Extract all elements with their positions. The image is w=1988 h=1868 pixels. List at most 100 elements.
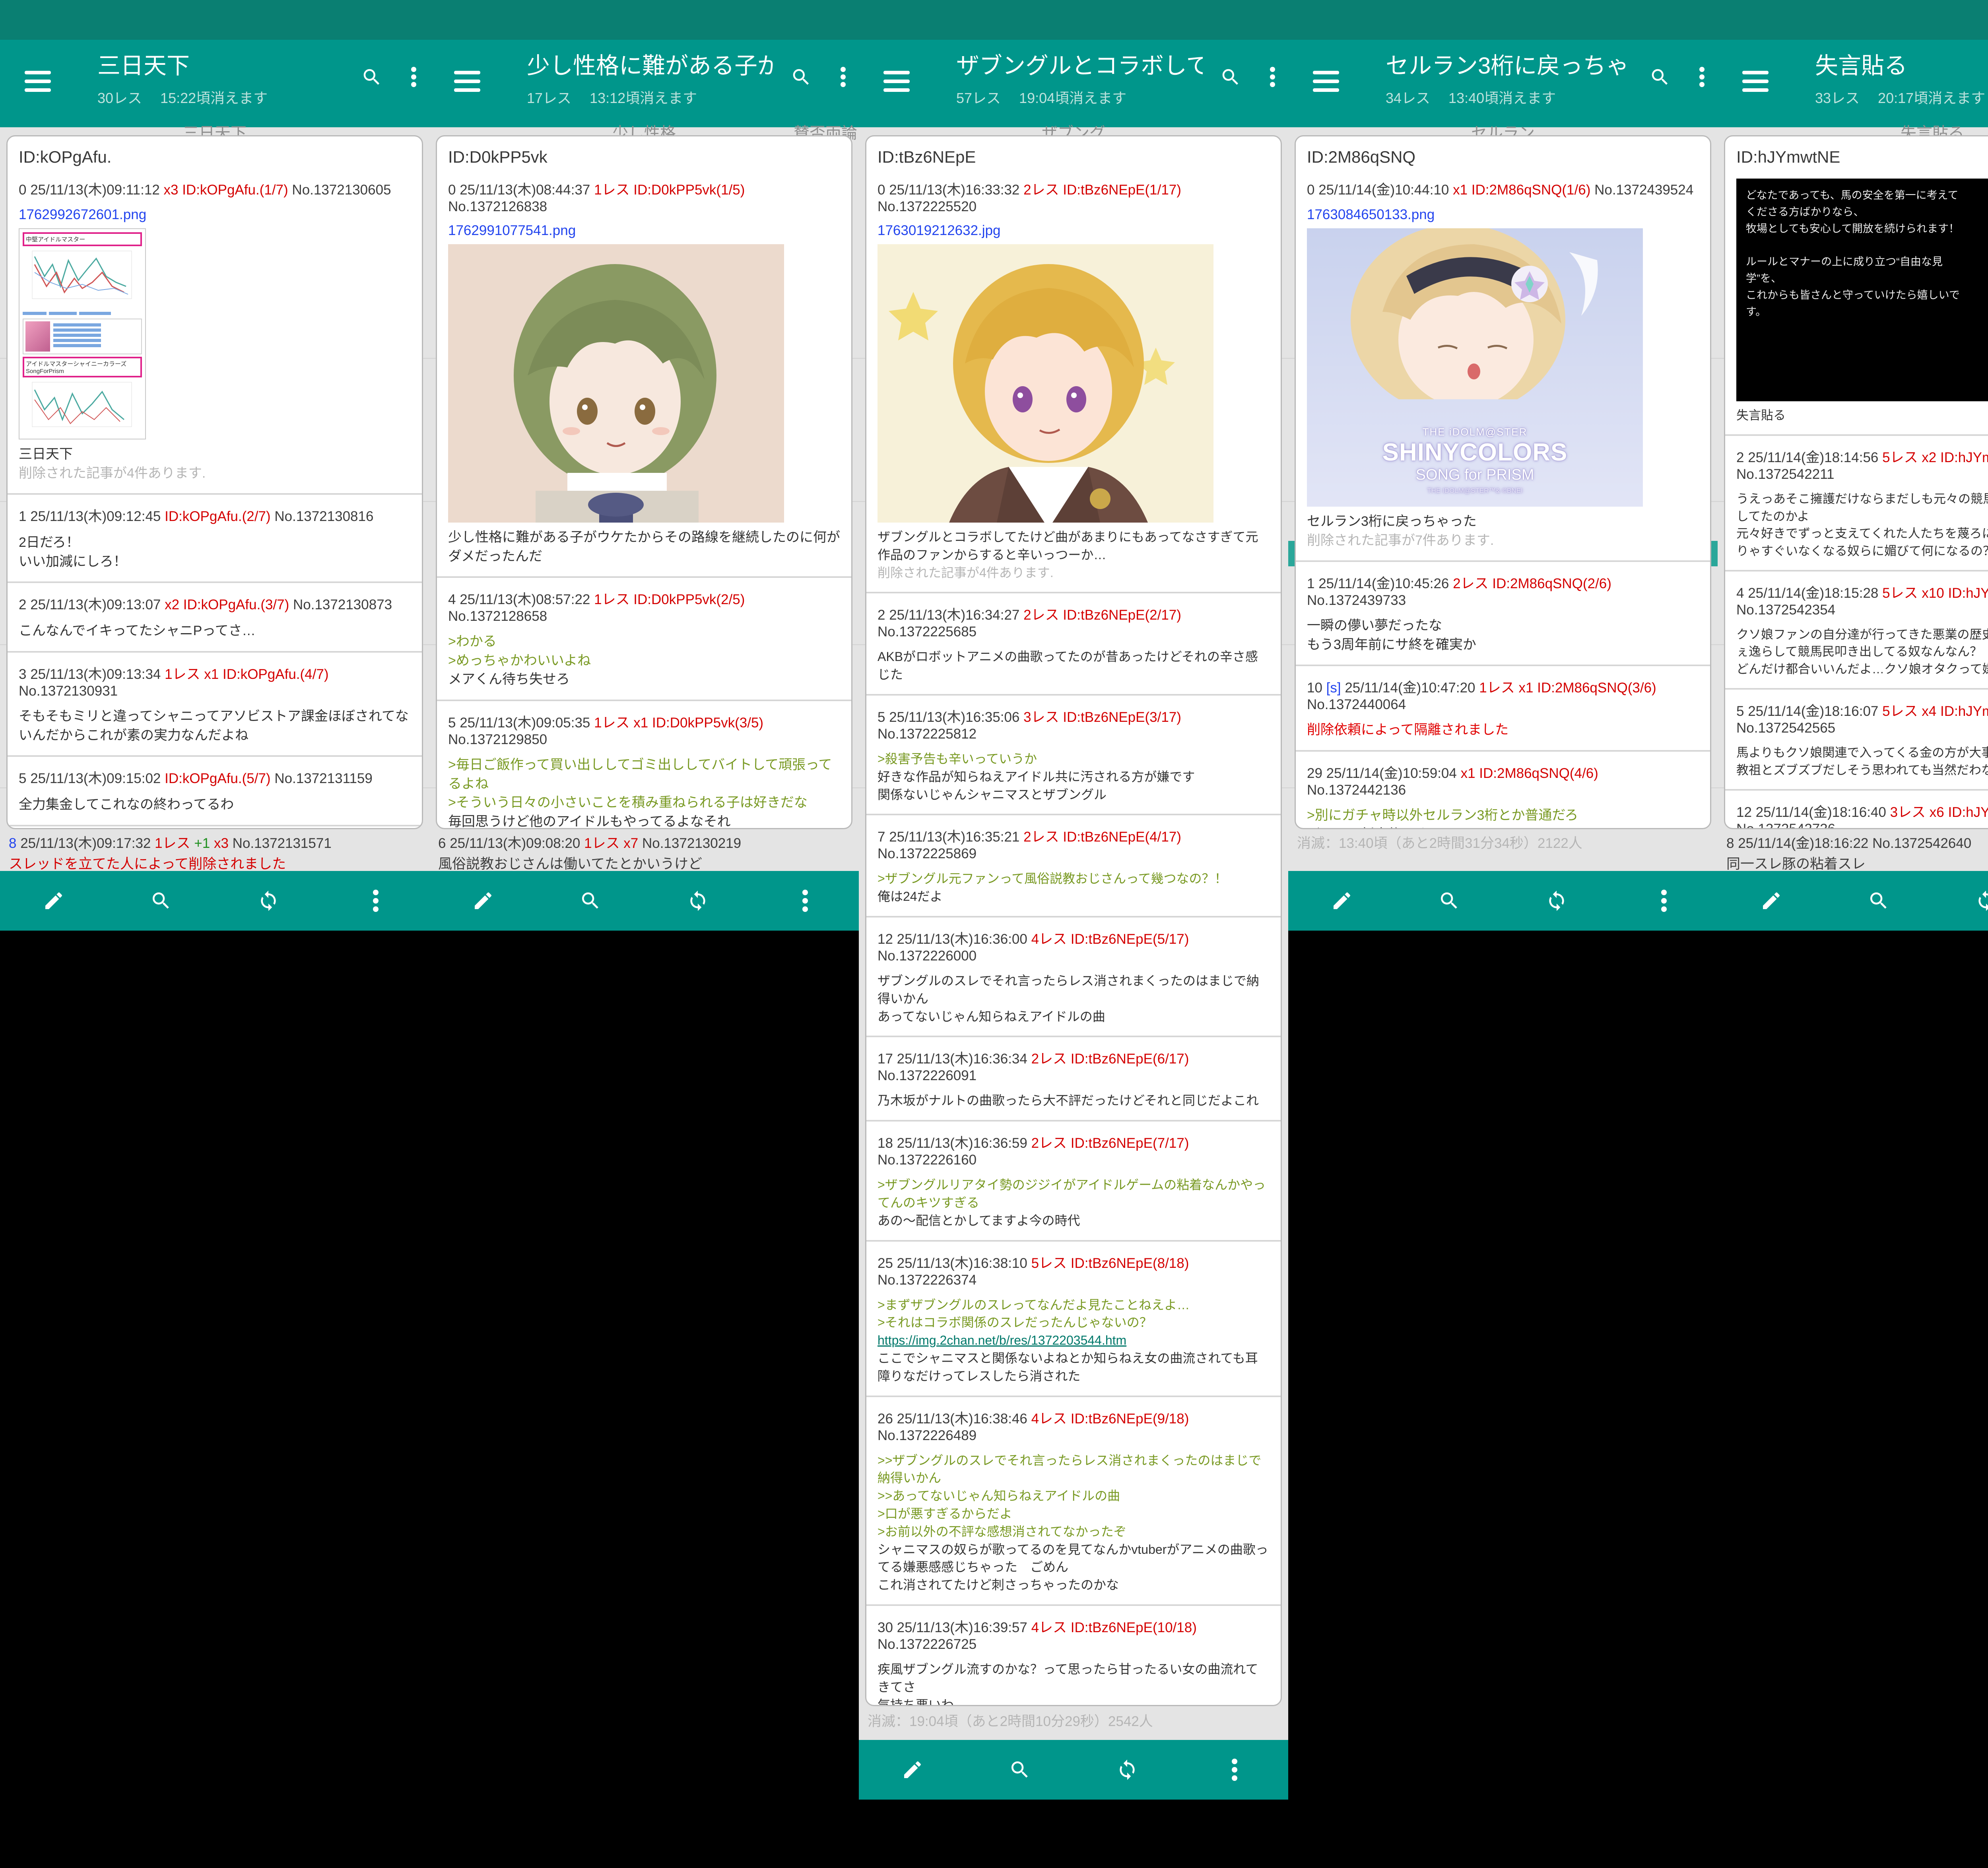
- search-icon[interactable]: [790, 66, 812, 88]
- overflow-menu-icon[interactable]: [751, 887, 859, 915]
- refresh-icon[interactable]: [1503, 890, 1610, 912]
- post-body-line: 馬よりもクソ娘関連で入ってくる金の方が大事なんだろ: [1736, 744, 1988, 761]
- text-seg: 18 25/11/13(木)16:36:59: [878, 1135, 1031, 1151]
- anime-girl-image[interactable]: [448, 244, 784, 523]
- status-bar: [1718, 0, 1988, 40]
- post-file-link: 1763019212632.jpg: [878, 223, 1270, 239]
- menu-icon[interactable]: [1742, 71, 1769, 93]
- search-icon[interactable]: [966, 1759, 1074, 1781]
- overflow-menu-icon[interactable]: [835, 64, 851, 89]
- text-seg: No.1372129850: [448, 732, 547, 747]
- search-icon[interactable]: [1825, 890, 1932, 912]
- overflow-menu-icon[interactable]: [406, 64, 421, 89]
- post-body: こんなんでイキってたシャニPってさ…: [19, 622, 411, 641]
- overflow-menu-icon[interactable]: [1181, 1756, 1288, 1784]
- menu-icon[interactable]: [883, 71, 910, 93]
- text-seg: 17 25/11/13(木)16:36:34: [878, 1051, 1031, 1067]
- overflow-menu-icon[interactable]: [322, 887, 429, 915]
- post-header-line: 3 25/11/13(木)09:13:34 1レス x1 ID:kOPgAfu.…: [19, 663, 411, 699]
- post-header-line: 18 25/11/13(木)16:36:59 2レス ID:tBz6NEpE(7…: [878, 1132, 1270, 1168]
- post-divider: [1296, 665, 1710, 666]
- post-header-line: 5 25/11/13(木)09:05:35 1レス x1 ID:D0kPP5vk…: [448, 711, 840, 748]
- menu-icon[interactable]: [454, 71, 480, 93]
- post-body-line: どんだけ都合いいんだよ…クソ娘オタクって嫌いなんだよな: [1736, 661, 1988, 678]
- post-header-line: 25 25/11/13(木)16:38:10 5レス ID:tBz6NEpE(8…: [878, 1252, 1270, 1288]
- post-header-line: 29 25/11/14(金)10:59:04 x1 ID:2M86qSNQ(4/…: [1307, 762, 1699, 798]
- compose-icon[interactable]: [429, 890, 537, 912]
- search-icon[interactable]: [1396, 890, 1503, 912]
- overflow-menu-icon[interactable]: [1610, 887, 1718, 915]
- text-seg: 2 25/11/13(木)09:13:07: [19, 597, 165, 612]
- post-body-line: あの～配信とかしてますよ今の時代: [878, 1212, 1270, 1230]
- text-seg: 1 25/11/13(木)09:12:45: [19, 509, 165, 524]
- text-seg: 29 25/11/14(金)10:59:04: [1307, 766, 1461, 781]
- post-header-line: 17 25/11/13(木)16:36:34 2レス ID:tBz6NEpE(6…: [878, 1048, 1270, 1084]
- search-icon[interactable]: [107, 890, 215, 912]
- post-body-line: 削除された記事が4件あります.: [19, 464, 411, 483]
- text-seg: 4 25/11/13(木)08:57:22: [448, 592, 594, 607]
- thread-content: 少し性格 賛否両論 ID:D0kPP5vk0 25/11/13(木)08:44:…: [429, 127, 859, 931]
- thread-subtitle: 57レス19:04頃消えます: [956, 87, 1203, 107]
- post-divider: [1296, 560, 1710, 562]
- refresh-icon[interactable]: [1932, 890, 1988, 912]
- chart-screenshot-thumbnail[interactable]: 中堅アイドルマスターアイドルマスターシャイニーカラーズ SongForPrism: [19, 228, 146, 439]
- post-body-line: あってないじゃん知らねえアイドルの曲: [878, 1008, 1270, 1026]
- thread-card: ID:2M86qSNQ0 25/11/14(金)10:44:10 x1 ID:2…: [1295, 135, 1711, 829]
- thread-id: ID:tBz6NEpE: [878, 148, 1270, 167]
- post: 4 25/11/14(金)18:15:28 5レス x10 ID:hJYmwtN…: [1736, 582, 1988, 678]
- text-seg: No.1372130605: [288, 182, 391, 198]
- post-divider: [866, 1120, 1281, 1122]
- file-name-link[interactable]: 1763019212632.jpg: [878, 223, 1000, 238]
- bottom-toolbar: [1288, 871, 1718, 931]
- search-icon[interactable]: [361, 66, 382, 88]
- thread-title: ザブングルとコラボしてたけ…: [956, 51, 1203, 81]
- post-body-line: 削除された記事が7件あります.: [1307, 531, 1699, 550]
- post: 1 25/11/14(金)10:45:26 2レス ID:2M86qSNQ(2/…: [1307, 572, 1699, 654]
- anime-boy-image[interactable]: [878, 244, 1213, 523]
- post-quote-line: >別にガチャ時以外セルラン3桁とか普通だろ: [1307, 806, 1699, 825]
- search-icon[interactable]: [537, 890, 644, 912]
- menu-icon[interactable]: [1313, 71, 1339, 93]
- file-name-link[interactable]: 1762992672601.png: [19, 207, 146, 222]
- sales-line-chart-2: [23, 380, 134, 435]
- shinycolors-art-image[interactable]: THE iDOLM@STERSHINYCOLORSSONG for PRISMT…: [1307, 228, 1643, 507]
- thread-subtitle: 34レス13:40頃消えます: [1386, 87, 1632, 107]
- deleted-post-footer-line: 消滅：13:40頃（あと2時間31分34秒）2122人: [1297, 832, 1710, 852]
- post-divider: [1725, 789, 1988, 791]
- text-seg: 消滅：19:04頃（あと2時間10分29秒）2542人: [868, 1714, 1153, 1729]
- post: 26 25/11/13(木)16:38:46 4レス ID:tBz6NEpE(9…: [878, 1407, 1270, 1594]
- menu-icon[interactable]: [25, 71, 51, 93]
- post-body-line: 少し性格に難がある子がウケたからその路線を継続したのに何がダメだったんだ: [448, 528, 840, 566]
- search-icon[interactable]: [1649, 66, 1671, 88]
- compose-icon[interactable]: [1718, 890, 1825, 912]
- bottom-toolbar: [0, 871, 429, 931]
- compose-icon[interactable]: [1288, 890, 1396, 912]
- compose-icon[interactable]: [0, 890, 107, 912]
- file-name-link[interactable]: 1763084650133.png: [1307, 207, 1435, 222]
- text-seg: 10: [1307, 680, 1326, 696]
- post-quote-line: >>あってないじゃん知らねえアイドルの曲: [878, 1487, 1270, 1505]
- text-seg: 1レス x1 ID:2M86qSNQ(3/6): [1479, 680, 1656, 696]
- text-seg: x3: [214, 836, 233, 851]
- text-seg: 同一スレ豚の粘着スレ: [1726, 856, 1866, 872]
- app-bar: ザブングルとコラボしてたけ… 57レス19:04頃消えます: [859, 40, 1288, 127]
- post-body-line[interactable]: https://img.2chan.net/b/res/1372203544.h…: [878, 1332, 1270, 1349]
- screenshot-text-line: ルールとマナーの上に成り立つ“自由な見: [1746, 254, 1985, 270]
- text-seg: 5 25/11/13(木)09:05:35: [448, 715, 594, 731]
- refresh-icon[interactable]: [644, 890, 751, 912]
- text-seg: 消滅：13:40頃（あと2時間31分34秒）2122人: [1297, 836, 1582, 851]
- post-quote-line: >ザブングルリアタイ勢のジジイがアイドルゲームの粘着なんかやってんのキツすぎる: [878, 1176, 1270, 1212]
- refresh-icon[interactable]: [215, 890, 322, 912]
- post-divider: [437, 700, 851, 701]
- statement-screenshot-image[interactable]: どなたであっても、馬の安全を第一に考えてくださる方ばかりなら、牧場としても安心し…: [1736, 179, 1988, 401]
- post-body: AKBがロボットアニメの曲歌ってたのが昔あったけどそれの辛さ感じた: [878, 648, 1270, 684]
- overflow-menu-icon[interactable]: [1694, 64, 1710, 89]
- text-seg: 5レス x10 ID:hJYmwtNE(3/6): [1882, 585, 1988, 601]
- search-icon[interactable]: [1220, 66, 1241, 88]
- refresh-icon[interactable]: [1074, 1759, 1181, 1781]
- file-name-link[interactable]: 1762991077541.png: [448, 223, 576, 238]
- text-seg: 3レス x6 ID:hJYmwtNE(5/6): [1890, 805, 1988, 820]
- post-body-line: AKBがロボットアニメの曲歌ってたのが昔あったけどそれの辛さ感じた: [878, 648, 1270, 684]
- compose-icon[interactable]: [859, 1759, 966, 1781]
- overflow-menu-icon[interactable]: [1264, 64, 1280, 89]
